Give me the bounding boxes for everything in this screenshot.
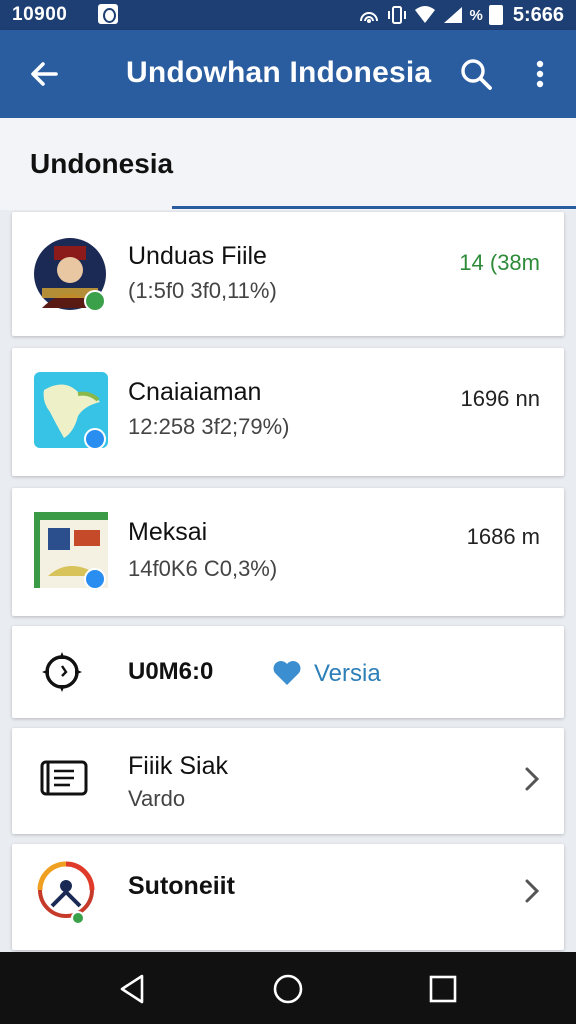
vibrate-icon	[387, 6, 406, 24]
signal-icon	[443, 7, 462, 23]
chevron-right-icon	[525, 879, 540, 903]
more-vert-icon[interactable]	[526, 56, 554, 92]
chevron-right-icon	[525, 767, 540, 791]
section-underline	[172, 206, 576, 209]
status-clock: 5:666	[512, 3, 564, 26]
item-meta: 1696 nn	[460, 386, 540, 411]
version-label: U0M6:0	[128, 658, 214, 685]
item-name: Unduas Fiile	[128, 242, 267, 270]
status-icons: % 5:666	[358, 3, 564, 27]
status-badge	[84, 428, 106, 450]
item-name: Cnaiaiaman	[128, 378, 262, 406]
gear-icon	[42, 652, 82, 692]
nav-home-icon[interactable]	[271, 972, 305, 1006]
item-detail: 14f0K6 C0,3%)	[128, 556, 278, 581]
status-badge	[84, 568, 106, 590]
section-header: Undonesia	[0, 118, 576, 210]
settings-row[interactable]: Sutoneiit	[12, 844, 564, 950]
version-row: U0M6:0 Versia	[12, 626, 564, 718]
item-meta: 1686 m	[466, 524, 540, 549]
battery-icon	[488, 5, 503, 25]
app-logo-icon	[37, 861, 95, 924]
heart-icon	[273, 661, 301, 685]
status-bar: 10900 % 5:666	[0, 0, 576, 30]
notification-icon	[98, 4, 118, 24]
nav-recents-icon[interactable]	[426, 972, 460, 1006]
search-icon[interactable]	[458, 56, 494, 92]
row-title: Sutoneiit	[128, 872, 235, 900]
version-link[interactable]: Versia	[314, 660, 381, 688]
item-detail: 12:258 3f2;79%)	[128, 414, 290, 439]
app-bar: Undowhan Indonesia	[0, 30, 576, 118]
back-arrow-icon[interactable]	[26, 56, 62, 92]
nav-back-icon[interactable]	[116, 972, 150, 1006]
item-detail: (1:5f0 3f0,11%)	[128, 278, 277, 303]
list-item[interactable]: Meksai 14f0K6 C0,3%) 1686 m	[12, 488, 564, 616]
item-name: Meksai	[128, 518, 208, 546]
navigation-bar	[0, 952, 576, 1024]
battery-percent: %	[469, 6, 483, 24]
document-icon	[40, 760, 88, 796]
item-meta: 14 (38m	[459, 250, 540, 275]
row-subtitle: Vardo	[128, 786, 186, 811]
settings-row[interactable]: Fiiik Siak Vardo	[12, 728, 564, 834]
app-title: Undowhan Indonesia	[126, 56, 432, 89]
list-item[interactable]: Unduas Fiile (1:5f0 3f0,11%) 14 (38m	[12, 212, 564, 336]
list-item[interactable]: Cnaiaiaman 12:258 3f2;79%) 1696 nn	[12, 348, 564, 476]
row-title: Fiiik Siak	[128, 752, 229, 780]
status-badge	[84, 290, 106, 312]
status-time: 10900	[12, 4, 68, 25]
wifi-icon	[414, 6, 435, 23]
section-title: Undonesia	[30, 148, 174, 179]
cast-icon	[359, 12, 378, 23]
